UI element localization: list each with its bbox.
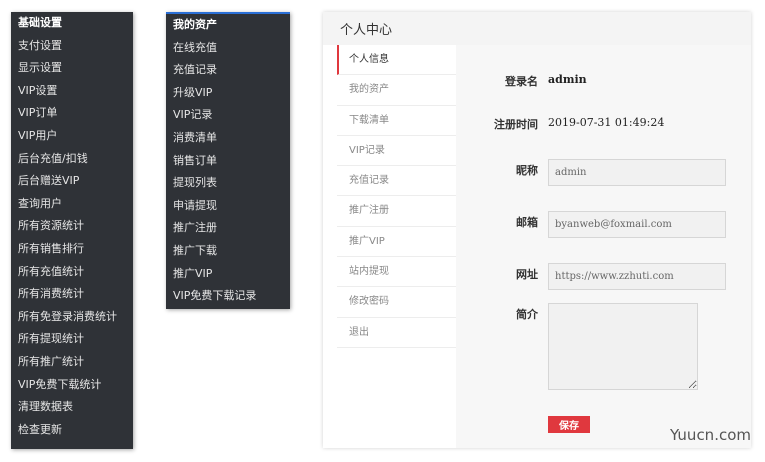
menu-item-payment-settings[interactable]: 支付设置	[11, 35, 133, 58]
tab-site-withdraw[interactable]: 站内提现	[337, 257, 456, 288]
menu-item-vip-users[interactable]: VIP用户	[11, 125, 133, 148]
menu-item-promotion-stats[interactable]: 所有推广统计	[11, 351, 133, 374]
nickname-input[interactable]	[548, 159, 726, 186]
website-label: 网址	[516, 268, 538, 281]
menu-item-withdraw-stats[interactable]: 所有提现统计	[11, 328, 133, 351]
menu-item-guest-consumption-stats[interactable]: 所有免登录消费统计	[11, 306, 133, 329]
menu-item-vip-free-download-stats[interactable]: VIP免费下载统计	[11, 374, 133, 397]
menu-item-recharge-deduct[interactable]: 后台充值/扣钱	[11, 148, 133, 171]
menu-item-query-users[interactable]: 查询用户	[11, 193, 133, 216]
user-assets-menu: 我的资产 在线充值 充值记录 升级VIP VIP记录 消费清单 销售订单 提现列…	[166, 12, 290, 309]
nickname-label: 昵称	[516, 164, 538, 177]
website-input[interactable]	[548, 263, 726, 290]
login-name-label: 登录名	[505, 75, 538, 88]
tab-my-assets[interactable]: 我的资产	[337, 75, 456, 106]
menu-item-basic-settings[interactable]: 基础设置	[11, 12, 133, 35]
menu-item-upgrade-vip[interactable]: 升级VIP	[166, 82, 290, 105]
tab-vip-records[interactable]: VIP记录	[337, 136, 456, 167]
panel-title: 个人中心	[323, 12, 751, 45]
tab-logout[interactable]: 退出	[337, 318, 456, 348]
menu-item-vip-settings[interactable]: VIP设置	[11, 80, 133, 103]
menu-item-vip-records[interactable]: VIP记录	[166, 104, 290, 127]
tab-change-password[interactable]: 修改密码	[337, 287, 456, 318]
tab-promo-register[interactable]: 推广注册	[337, 196, 456, 227]
menu-item-apply-withdraw[interactable]: 申请提现	[166, 195, 290, 218]
tab-promo-vip[interactable]: 推广VIP	[337, 227, 456, 258]
personal-center-panel: 个人中心 个人信息 我的资产 下载清单 VIP记录 充值记录 推广注册 推广VI…	[323, 12, 751, 448]
menu-item-promo-register[interactable]: 推广注册	[166, 217, 290, 240]
admin-settings-menu: 基础设置 支付设置 显示设置 VIP设置 VIP订单 VIP用户 后台充值/扣钱…	[11, 12, 133, 449]
menu-item-gift-vip[interactable]: 后台赠送VIP	[11, 170, 133, 193]
profile-form: 登录名 admin 注册时间 2019-07-31 01:49:24 昵称 邮箱…	[456, 45, 751, 448]
register-time-value: 2019-07-31 01:49:24	[548, 116, 665, 129]
tab-recharge-records[interactable]: 充值记录	[337, 166, 456, 197]
menu-item-recharge-stats[interactable]: 所有充值统计	[11, 261, 133, 284]
register-time-label: 注册时间	[494, 118, 538, 131]
menu-item-recharge-records[interactable]: 充值记录	[166, 59, 290, 82]
menu-item-display-settings[interactable]: 显示设置	[11, 57, 133, 80]
menu-item-consumption-stats[interactable]: 所有消费统计	[11, 283, 133, 306]
email-input[interactable]	[548, 211, 726, 238]
menu-item-vip-free-download-records[interactable]: VIP免费下载记录	[166, 285, 290, 308]
menu-item-check-update[interactable]: 检查更新	[11, 419, 133, 442]
menu-item-consumption-list[interactable]: 消费清单	[166, 127, 290, 150]
profile-tabs: 个人信息 我的资产 下载清单 VIP记录 充值记录 推广注册 推广VIP 站内提…	[337, 45, 456, 448]
bio-textarea[interactable]	[548, 303, 698, 390]
login-name-value: admin	[548, 73, 587, 86]
tab-download-list[interactable]: 下载清单	[337, 106, 456, 136]
menu-item-resource-stats[interactable]: 所有资源统计	[11, 215, 133, 238]
email-label: 邮箱	[516, 216, 538, 229]
menu-item-sales-ranking[interactable]: 所有销售排行	[11, 238, 133, 261]
menu-item-my-assets[interactable]: 我的资产	[166, 14, 290, 37]
menu-item-sales-orders[interactable]: 销售订单	[166, 150, 290, 173]
menu-item-online-recharge[interactable]: 在线充值	[166, 37, 290, 60]
bio-label: 简介	[516, 308, 538, 321]
save-button[interactable]: 保存	[548, 416, 590, 433]
tab-personal-info[interactable]: 个人信息	[337, 45, 456, 76]
watermark-text: Yuucn.com	[669, 426, 751, 444]
menu-item-vip-orders[interactable]: VIP订单	[11, 102, 133, 125]
menu-item-withdraw-list[interactable]: 提现列表	[166, 172, 290, 195]
menu-item-promo-vip[interactable]: 推广VIP	[166, 263, 290, 286]
menu-item-clean-tables[interactable]: 清理数据表	[11, 396, 133, 419]
menu-item-promo-download[interactable]: 推广下载	[166, 240, 290, 263]
